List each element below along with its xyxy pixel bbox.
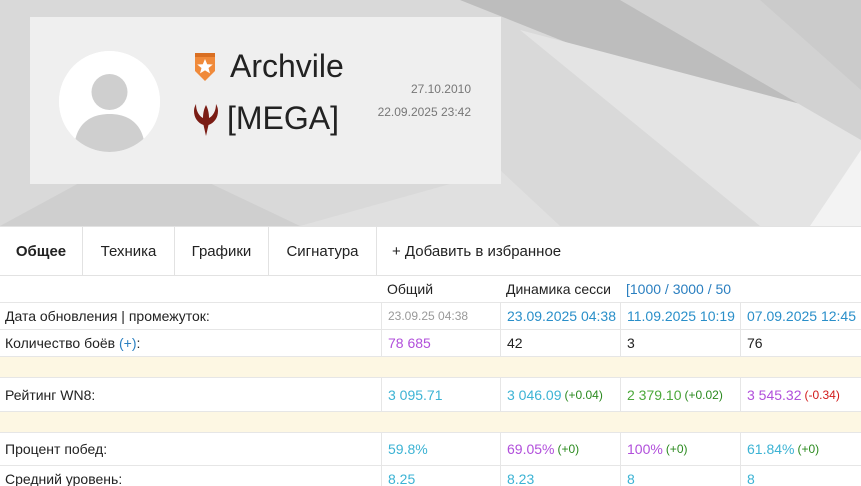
value: 100% (627, 441, 663, 457)
value: 3 046.09 (507, 386, 562, 403)
tab-bar: Общее Техника Графики Сигнатура + Добави… (0, 226, 861, 276)
delta: (+0.04) (564, 387, 603, 402)
row-label-text: Количество боёв (5, 335, 119, 351)
delta: (+0.02) (684, 387, 723, 402)
battles-detail-link[interactable]: (+) (119, 335, 137, 351)
table-row-battles: Количество боёв (+): 78 685 42 3 76 (0, 330, 861, 357)
cell-value: 23.09.2025 04:38 (500, 303, 620, 329)
delta: (-0.34) (804, 387, 840, 402)
cell-value: 3 (620, 330, 740, 356)
user-placeholder-icon (59, 51, 160, 152)
column-header-overall: Общий (387, 281, 434, 297)
value: 3 545.32 (747, 386, 802, 403)
delta: (+0) (797, 442, 820, 456)
cell-value-with-delta: 69.05% (+0) (500, 433, 620, 465)
value: 2 379.10 (627, 386, 682, 403)
quake-logo-icon[interactable] (192, 103, 220, 137)
table-spacer-row (0, 357, 861, 378)
table-row-wn8: Рейтинг WN8: 3 095.71 3 046.09 (+0.04) 2 … (0, 378, 861, 412)
row-label: Средний уровень: (5, 471, 123, 486)
row-label: Количество боёв (+): (5, 330, 380, 356)
table-header-row: Общий Динамика сесси [1000 / 3000 / 50 (0, 276, 861, 303)
value: 61.84% (747, 441, 795, 457)
star-shield-icon (193, 51, 217, 83)
cell-value-with-delta: 100% (+0) (620, 433, 740, 465)
cell-value: 8.23 (500, 466, 620, 486)
cell-value: 76 (740, 330, 861, 356)
cell-value: 3 095.71 (381, 378, 500, 411)
cell-value: 07.09.2025 12:45 (740, 303, 861, 329)
tab-charts[interactable]: Графики (175, 227, 269, 276)
last-battle-date: 22.09.2025 23:42 (377, 105, 471, 119)
cell-value-with-delta: 3 545.32 (-0.34) (740, 378, 861, 411)
delta: (+0) (665, 442, 688, 456)
clan-tag[interactable]: [MEGA] (227, 100, 339, 137)
cell-value: 78 685 (381, 330, 500, 356)
cell-value: 8 (740, 466, 861, 486)
table-row-avg-tier: Средний уровень: 8.25 8.23 8 8 (0, 466, 861, 486)
cell-value: 8.25 (381, 466, 500, 486)
row-label-suffix: : (136, 335, 141, 351)
registration-date: 27.10.2010 (410, 82, 471, 96)
cell-value: 42 (500, 330, 620, 356)
table-row-winrate: Процент побед: 59.8% 69.05% (+0) 100% (+0)… (0, 433, 861, 466)
cell-value-with-delta: 2 379.10 (+0.02) (620, 378, 740, 411)
cell-value: 8 (620, 466, 740, 486)
value: 69.05% (507, 441, 555, 457)
tab-general[interactable]: Общее (0, 227, 83, 276)
range-selector-link[interactable]: [1000 / 3000 / 50 (620, 276, 741, 302)
table-spacer-row (0, 412, 861, 433)
avatar (59, 51, 160, 152)
cell-value: 11.09.2025 10:19 (620, 303, 740, 329)
cell-value-with-delta: 61.84% (+0) (740, 433, 861, 465)
tab-signature[interactable]: Сигнатура (269, 227, 377, 276)
player-name: Archvile (230, 48, 344, 84)
delta: (+0) (557, 442, 580, 456)
stats-table: Общий Динамика сесси [1000 / 3000 / 50 Д… (0, 276, 861, 486)
cell-value: 23.09.25 04:38 (381, 303, 500, 329)
profile-card: Archvile [MEGA] 27.10.2010 22.09.2025 23… (30, 17, 501, 184)
row-label: Рейтинг WN8: (5, 386, 96, 403)
add-favorite-button[interactable]: + Добавить в избранное (392, 227, 561, 276)
row-label: Процент побед: (5, 441, 108, 457)
cell-value-with-delta: 3 046.09 (+0.04) (500, 378, 620, 411)
row-label: Дата обновления | промежуток: (5, 308, 210, 324)
table-row-updated: Дата обновления | промежуток: 23.09.25 0… (0, 303, 861, 330)
tab-vehicles[interactable]: Техника (83, 227, 175, 276)
cell-value: 59.8% (381, 433, 500, 465)
